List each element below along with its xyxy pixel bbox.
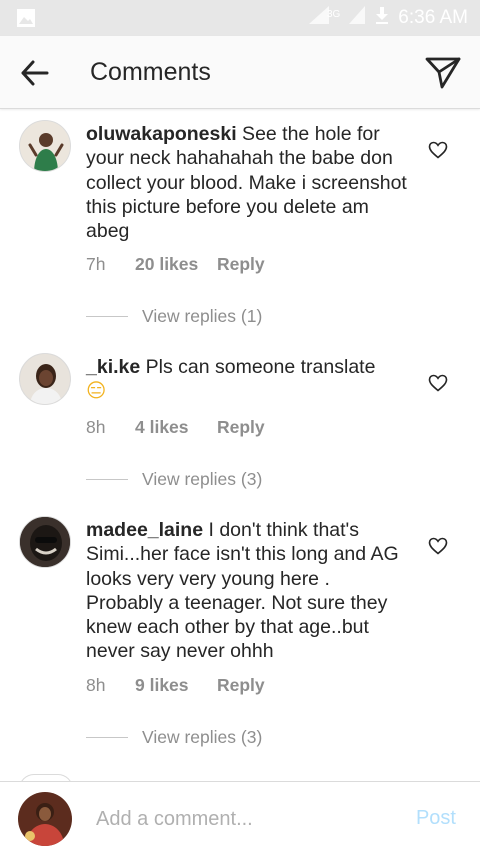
download-icon bbox=[374, 5, 390, 31]
status-bar: 3G 6:36 AM bbox=[0, 0, 480, 36]
paper-plane-icon bbox=[425, 57, 461, 89]
app-bar: Comments bbox=[0, 36, 480, 109]
avatar[interactable] bbox=[19, 353, 71, 405]
view-replies-label: View replies (1) bbox=[142, 306, 263, 326]
comment-text: madee_laine I don't think that's Simi...… bbox=[86, 518, 412, 664]
avatar[interactable] bbox=[19, 516, 71, 568]
cellular-signal-icon bbox=[348, 5, 366, 31]
reply-button[interactable]: Reply bbox=[217, 417, 265, 438]
arrow-left-icon bbox=[21, 60, 49, 86]
heart-outline-icon bbox=[428, 374, 448, 392]
comment-time: 8h bbox=[86, 675, 106, 695]
avatar bbox=[18, 792, 72, 846]
comment-message: Pls can someone translate bbox=[140, 356, 376, 378]
divider-line bbox=[86, 479, 128, 480]
likes-count[interactable]: 20 likes bbox=[135, 254, 217, 275]
likes-count[interactable]: 4 likes bbox=[135, 417, 217, 438]
like-button[interactable] bbox=[428, 374, 448, 392]
heart-outline-icon bbox=[428, 537, 448, 555]
view-replies-button[interactable]: View replies (3) bbox=[86, 727, 262, 748]
divider-line bbox=[86, 737, 128, 738]
status-icons: 3G 6:36 AM bbox=[307, 0, 468, 36]
view-replies-button[interactable]: View replies (3) bbox=[86, 469, 262, 490]
likes-count[interactable]: 9 likes bbox=[135, 675, 217, 696]
page-title: Comments bbox=[90, 58, 211, 86]
view-replies-button[interactable]: View replies (1) bbox=[86, 306, 262, 327]
comment-composer: Post bbox=[0, 781, 480, 855]
comment-username[interactable]: _ki.ke bbox=[86, 356, 140, 378]
comment-meta: 8h 9 likes Reply bbox=[86, 675, 265, 696]
network-type-label: 3G bbox=[326, 8, 341, 20]
divider-line bbox=[86, 316, 128, 317]
comment-meta: 7h 20 likes Reply bbox=[86, 254, 265, 275]
comment-item: oluwakaponeski See the hole for your nec… bbox=[0, 110, 480, 340]
view-replies-label: View replies (3) bbox=[142, 727, 263, 747]
comment-text: oluwakaponeski See the hole for your nec… bbox=[86, 122, 412, 243]
comment-time: 7h bbox=[86, 254, 106, 274]
comment-text: _ki.ke Pls can someone translate 😑 bbox=[86, 355, 412, 404]
comment-username[interactable]: oluwakaponeski bbox=[86, 123, 237, 145]
comment-input[interactable] bbox=[96, 804, 386, 834]
comment-username[interactable]: madee_laine bbox=[86, 519, 203, 541]
like-button[interactable] bbox=[428, 141, 448, 159]
heart-outline-icon bbox=[428, 141, 448, 159]
gallery-notification-icon bbox=[16, 8, 36, 33]
reply-button[interactable]: Reply bbox=[217, 254, 265, 275]
send-button[interactable] bbox=[424, 54, 462, 90]
back-button[interactable] bbox=[18, 56, 52, 90]
comment-time: 8h bbox=[86, 417, 106, 437]
view-replies-label: View replies (3) bbox=[142, 469, 263, 489]
like-button[interactable] bbox=[428, 537, 448, 555]
avatar[interactable] bbox=[19, 120, 71, 172]
comment-meta: 8h 4 likes Reply bbox=[86, 417, 265, 438]
comment-item: madee_laine I don't think that's Simi...… bbox=[0, 506, 480, 766]
status-time: 6:36 AM bbox=[398, 7, 468, 28]
comment-item: _ki.ke Pls can someone translate 😑 8h 4 … bbox=[0, 343, 480, 503]
post-button[interactable]: Post bbox=[416, 807, 456, 830]
emoji: 😑 bbox=[86, 379, 107, 403]
reply-button[interactable]: Reply bbox=[217, 675, 265, 696]
